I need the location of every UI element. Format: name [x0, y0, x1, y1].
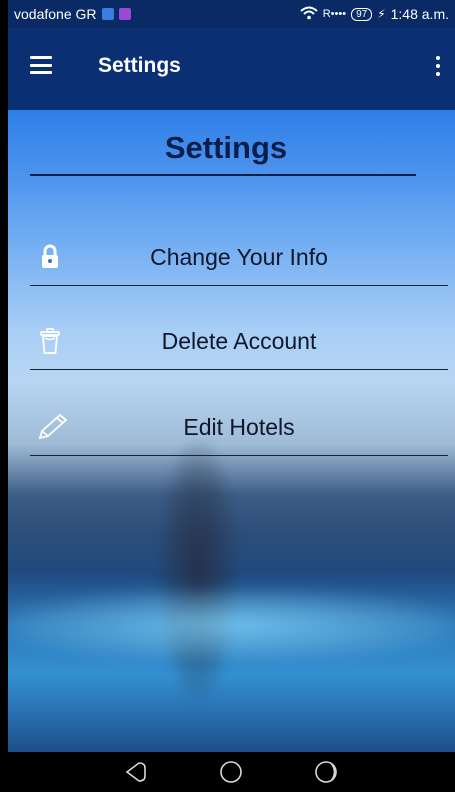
menu-icon[interactable]	[30, 56, 52, 74]
page-title: Settings	[164, 130, 288, 165]
change-info-item[interactable]: Change Your Info	[30, 234, 448, 286]
gallery-notification-icon	[118, 8, 131, 20]
back-icon[interactable]	[121, 760, 151, 784]
clock: 1:48 a.m.	[390, 6, 449, 22]
status-right: R•••• 97 ⚡ 1:48 a.m.	[300, 6, 449, 23]
carrier-label: vodafone GR	[14, 6, 97, 22]
navigation-bar	[8, 752, 455, 792]
edit-hotels-divider	[30, 455, 448, 456]
delete-account-divider	[30, 369, 448, 370]
change-info-divider	[30, 285, 448, 286]
change-info-label: Change Your Info	[150, 244, 328, 270]
status-bar: vodafone GR R•••• 97 ⚡ 1:48 a.m.	[8, 0, 455, 28]
wifi-icon	[300, 6, 318, 23]
edit-hotels-item[interactable]: Edit Hotels	[30, 404, 448, 456]
message-notification-icon	[101, 8, 114, 20]
charging-icon: ⚡	[377, 7, 386, 21]
content-area: Settings Change Your Info Delete Account…	[8, 110, 455, 752]
background-figure	[158, 440, 238, 700]
app-bar-title: Settings	[98, 54, 181, 77]
edit-hotels-label: Edit Hotels	[183, 414, 295, 440]
overflow-menu-icon[interactable]	[435, 56, 441, 76]
roaming-indicator: R	[322, 8, 331, 20]
recents-icon[interactable]	[312, 760, 342, 784]
title-divider	[30, 174, 416, 176]
phone-screen: vodafone GR R•••• 97 ⚡ 1:48 a.m. Setting…	[8, 0, 455, 792]
home-icon[interactable]	[216, 760, 246, 784]
delete-account-label: Delete Account	[161, 328, 317, 354]
roaming-signal-icon: R••••	[322, 8, 347, 20]
battery-indicator: 97	[351, 7, 373, 21]
delete-account-item[interactable]: Delete Account	[30, 318, 448, 370]
app-bar: Settings	[8, 28, 455, 110]
status-left: vodafone GR	[14, 6, 131, 22]
background-pool	[8, 590, 455, 660]
